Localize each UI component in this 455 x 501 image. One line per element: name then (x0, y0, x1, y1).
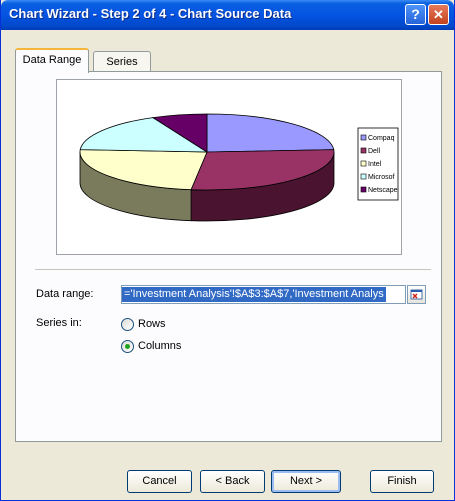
rows-radio-label[interactable]: Rows (138, 318, 166, 330)
chart-wizard-dialog: Chart Wizard - Step 2 of 4 - Chart Sourc… (0, 0, 455, 501)
columns-radio-label[interactable]: Columns (138, 340, 181, 352)
columns-radio[interactable] (121, 340, 134, 353)
legend-label-dell: Dell (368, 148, 381, 155)
back-button[interactable]: < Back (200, 470, 265, 493)
legend-swatch-microsoft (360, 173, 367, 180)
legend-label-intel: Intel (368, 161, 382, 168)
data-range-label: Data range: (36, 288, 94, 300)
help-button[interactable]: ? (405, 4, 426, 25)
tab-data-range[interactable]: Data Range (15, 48, 89, 73)
legend-label-compaq: Compaq (368, 135, 395, 142)
legend-label-netscape: Netscape (368, 187, 398, 194)
pie-slice-compaq (206, 113, 335, 153)
collapse-dialog-icon (410, 289, 423, 300)
finish-button[interactable]: Finish (370, 470, 434, 493)
collapse-dialog-button[interactable] (407, 285, 426, 304)
next-button[interactable]: Next > (271, 470, 341, 493)
data-range-input[interactable]: ='Investment Analysis'!$A$3:$A$7,'Invest… (121, 285, 406, 304)
title-bar[interactable]: Chart Wizard - Step 2 of 4 - Chart Sourc… (1, 0, 454, 30)
pie-chart: Compaq Dell Intel Microsof Netscape (79, 113, 399, 222)
series-in-label: Series in: (36, 317, 82, 329)
legend-label-microsoft: Microsof (368, 174, 395, 181)
legend-swatch-dell (360, 147, 367, 154)
close-button[interactable]: ✕ (428, 4, 449, 25)
rows-radio[interactable] (121, 318, 134, 331)
separator (35, 269, 431, 270)
tab-series[interactable]: Series (93, 51, 151, 71)
legend-swatch-netscape (360, 186, 367, 193)
legend-swatch-intel (360, 160, 367, 167)
legend-swatch-compaq (360, 134, 367, 141)
cancel-button[interactable]: Cancel (127, 470, 192, 493)
chart-preview: Compaq Dell Intel Microsof Netscape (56, 79, 402, 255)
dialog-title: Chart Wizard - Step 2 of 4 - Chart Sourc… (9, 6, 292, 21)
data-range-value: ='Investment Analysis'!$A$3:$A$7,'Invest… (122, 287, 386, 302)
